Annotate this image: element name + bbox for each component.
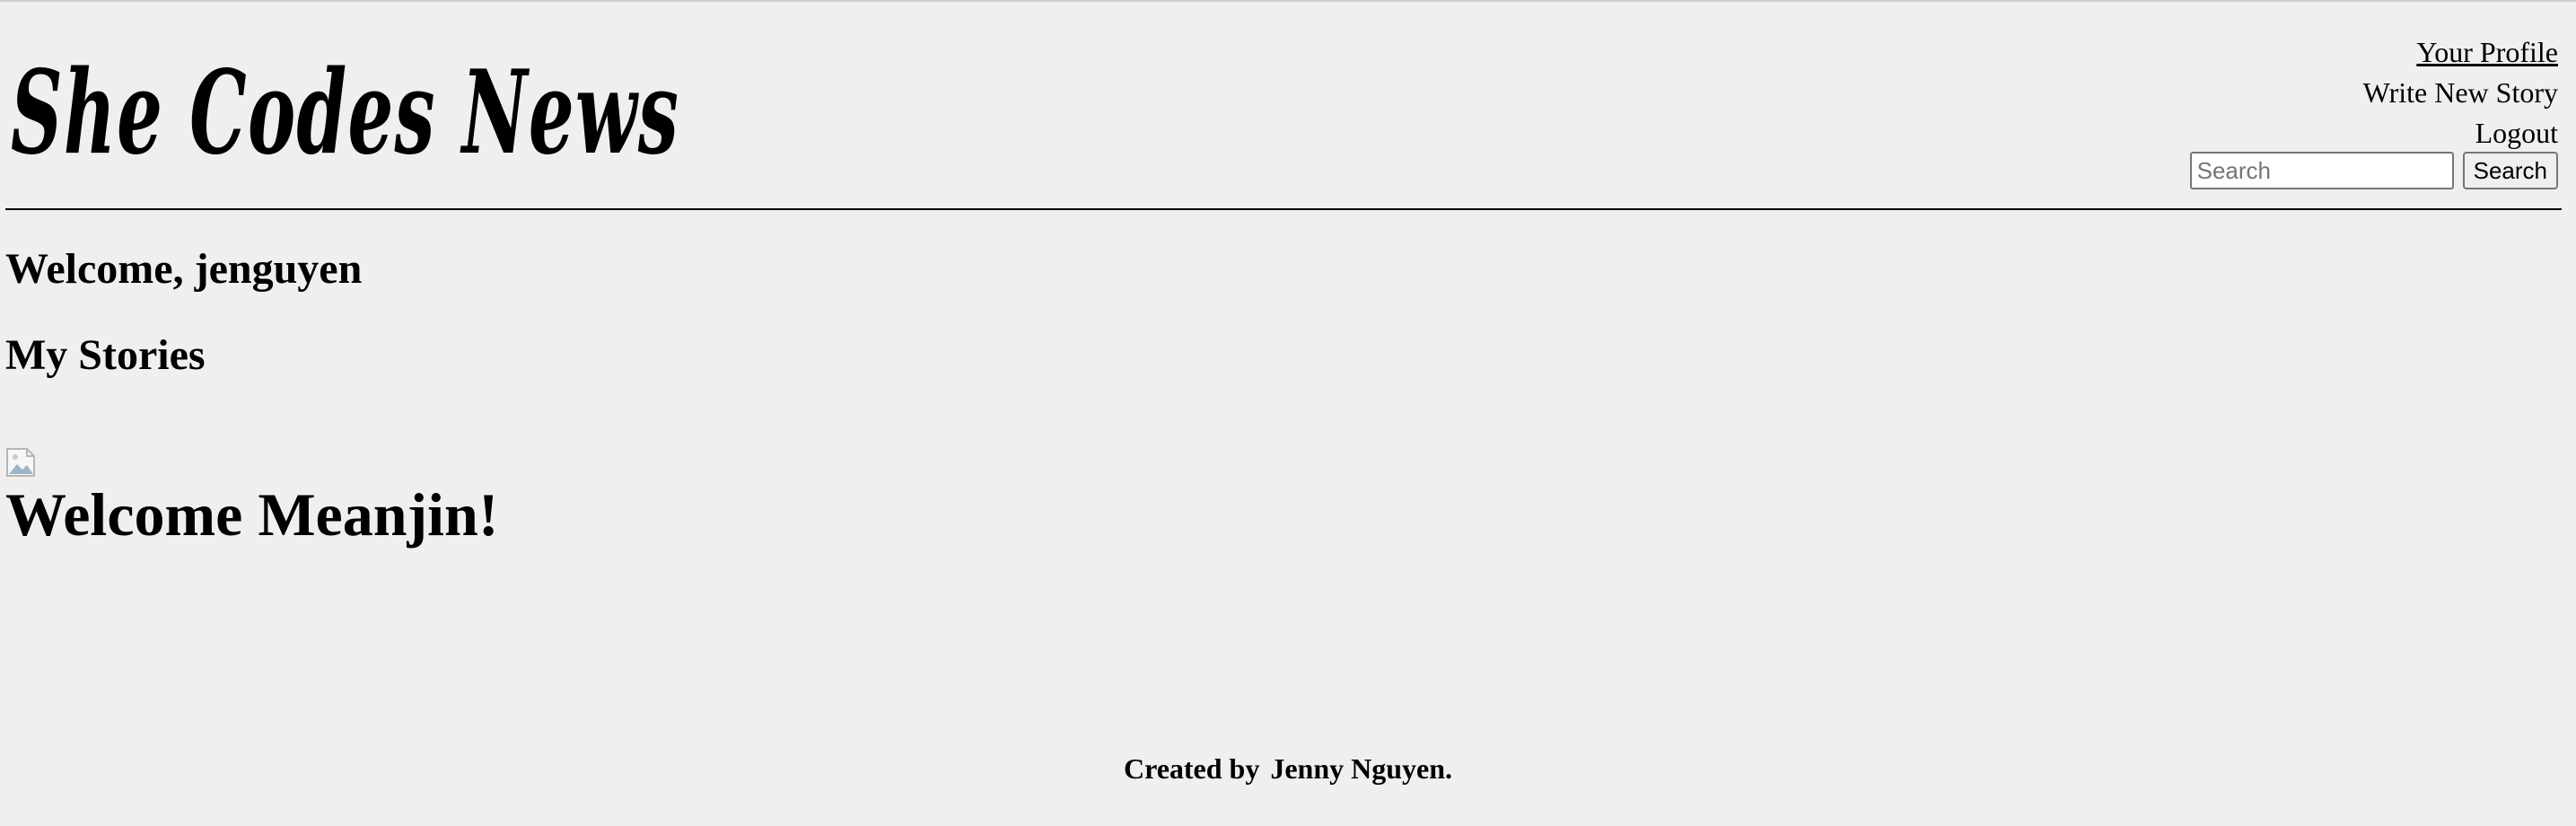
story-card[interactable]: Welcome Meanjin! [5,447,813,549]
write-new-story-link[interactable]: Write New Story [2190,73,2558,113]
my-stories-heading: My Stories [5,331,206,379]
footer-created-by: Created by [1123,752,1260,785]
broken-image-icon[interactable] [5,447,36,478]
site-footer: Created by Jenny Nguyen. [0,751,2576,786]
logo-text: She Codes News [11,46,679,180]
site-logo[interactable]: She Codes News [11,46,693,181]
logout-link[interactable]: Logout [2190,113,2558,154]
logo-graphic: She Codes News [11,46,679,180]
search-button[interactable]: Search [2462,152,2558,189]
header-nav: Your Profile Write New Story Logout Sear… [2189,32,2558,189]
page: She Codes News Your Profile Write New St… [0,0,2576,826]
search-input[interactable] [2189,152,2454,189]
search-form: Search [2189,152,2558,189]
site-header: She Codes News Your Profile Write New St… [5,2,2562,210]
story-title[interactable]: Welcome Meanjin! [5,479,813,549]
your-profile-link[interactable]: Your Profile [2190,32,2558,73]
welcome-heading: Welcome, jenguyen [5,245,363,293]
footer-author: Jenny Nguyen. [1270,752,1453,785]
